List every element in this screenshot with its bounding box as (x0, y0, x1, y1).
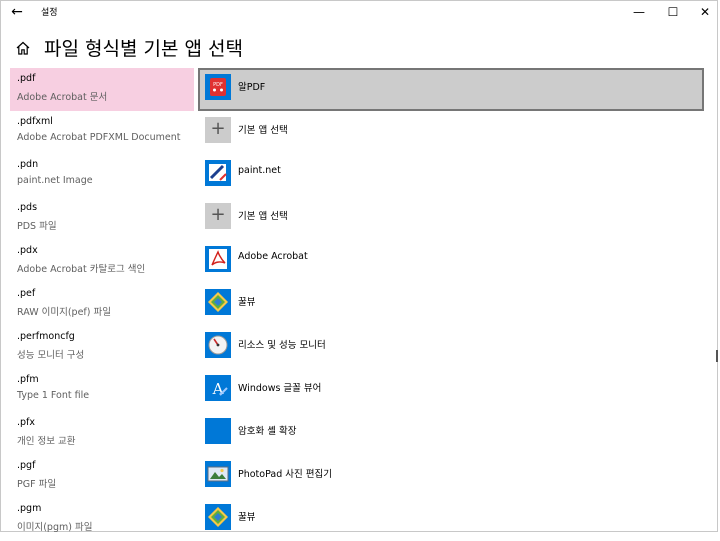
file-type-description: Adobe Acrobat 카탈로그 색인 (17, 264, 146, 275)
default-app-button[interactable]: 리소스 및 성능 모니터 (198, 326, 704, 369)
file-type-description: Type 1 Font file (17, 390, 90, 401)
default-app-button[interactable]: paint.net (198, 154, 704, 197)
file-type-row: .pgm 이미지(pgm) 파일 꿀뷰 (0, 498, 720, 541)
file-type-row: .pdx Adobe Acrobat 카탈로그 색인 Adobe Acrobat (0, 240, 720, 283)
file-type-row: .pfx 개인 정보 교환 암호화 셸 확장 (0, 412, 720, 455)
file-extension-name: .pgm (17, 503, 42, 514)
acrobat-icon (205, 246, 231, 272)
maximize-button[interactable]: ☐ (656, 0, 690, 24)
file-type-description: paint.net Image (17, 175, 93, 186)
file-extension-item: .pfm Type 1 Font file (10, 369, 194, 412)
file-extension-name: .pef (17, 288, 36, 299)
svg-text:A: A (212, 380, 224, 398)
file-extension-item: .perfmoncfg 성능 모니터 구성 (10, 326, 194, 369)
file-extension-name: .pdn (17, 159, 39, 170)
file-extension-name: .pds (17, 202, 38, 213)
app-name: 암호화 셸 확장 (238, 426, 297, 437)
file-type-row: .pds PDS 파일 + 기본 앱 선택 (0, 197, 720, 240)
file-type-row: .pgf PGF 파일 PhotoPad 사진 편집기 (0, 455, 720, 498)
file-extension-name: .pgf (17, 460, 36, 471)
photopad-icon (205, 461, 231, 487)
app-name: paint.net (238, 165, 281, 176)
default-app-button[interactable]: Adobe Acrobat (198, 240, 704, 283)
file-extension-item: .pdf Adobe Acrobat 문서 (10, 68, 194, 111)
file-type-row: .pfm Type 1 Font file A Windows 글꼴 뷰어 (0, 369, 720, 412)
file-type-row: .pdf Adobe Acrobat 문서 PDF 알PDF (0, 68, 720, 111)
app-name: 기본 앱 선택 (238, 211, 288, 222)
file-extension-item: .pgm 이미지(pgm) 파일 (10, 498, 194, 541)
file-type-description: 개인 정보 교환 (17, 436, 76, 447)
file-extension-name: .pdx (17, 245, 38, 256)
file-extension-item: .pdx Adobe Acrobat 카탈로그 색인 (10, 240, 194, 283)
default-app-button[interactable]: PDF 알PDF (198, 68, 704, 111)
file-type-description: RAW 이미지(pef) 파일 (17, 307, 111, 318)
close-button[interactable]: ✕ (688, 0, 720, 24)
default-app-button[interactable]: 암호화 셸 확장 (198, 412, 704, 455)
default-app-button[interactable]: 꿀뷰 (198, 283, 704, 326)
app-name: 알PDF (238, 82, 266, 93)
file-type-description: PDS 파일 (17, 221, 57, 232)
perfmon-icon (205, 332, 231, 358)
file-extension-item: .pdfxml Adobe Acrobat PDFXML Document (10, 111, 194, 154)
honeyview-icon (205, 289, 231, 315)
file-extension-name: .perfmoncfg (17, 331, 75, 342)
paintnet-icon (205, 160, 231, 186)
font-viewer-icon: A (205, 375, 231, 401)
file-extension-item: .pfx 개인 정보 교환 (10, 412, 194, 455)
app-name: 기본 앱 선택 (238, 125, 288, 136)
file-extension-name: .pfx (17, 417, 36, 428)
alpdf-icon: PDF (205, 74, 231, 100)
minimize-button[interactable]: — (622, 0, 656, 24)
svg-text:PDF: PDF (213, 82, 223, 88)
file-extension-name: .pdf (17, 73, 36, 84)
app-name: 리소스 및 성능 모니터 (238, 340, 326, 351)
file-type-row: .perfmoncfg 성능 모니터 구성 리소스 및 성능 모니터 (0, 326, 720, 369)
default-app-button[interactable]: A Windows 글꼴 뷰어 (198, 369, 704, 412)
file-type-description: 성능 모니터 구성 (17, 350, 85, 361)
title-bar: ← 설정 — ☐ ✕ (0, 0, 720, 24)
plus-icon: + (205, 203, 231, 229)
default-app-button[interactable]: 꿀뷰 (198, 498, 704, 541)
choose-default-app-button[interactable]: + 기본 앱 선택 (198, 197, 704, 240)
default-app-button[interactable]: PhotoPad 사진 편집기 (198, 455, 704, 498)
file-extension-item: .pdn paint.net Image (10, 154, 194, 197)
window-title: 설정 (41, 8, 58, 18)
file-extension-item: .pef RAW 이미지(pef) 파일 (10, 283, 194, 326)
honeyview-icon (205, 504, 231, 530)
file-extension-name: .pdfxml (17, 116, 53, 127)
app-name: Windows 글꼴 뷰어 (238, 383, 322, 394)
choose-default-app-button[interactable]: + 기본 앱 선택 (198, 111, 704, 154)
app-name: PhotoPad 사진 편집기 (238, 469, 332, 480)
file-type-description: 이미지(pgm) 파일 (17, 522, 93, 533)
crypto-shell-icon (205, 418, 231, 444)
file-type-description: PGF 파일 (17, 479, 57, 490)
scrollbar-thumb[interactable] (716, 350, 718, 362)
file-extension-item: .pds PDS 파일 (10, 197, 194, 240)
home-icon[interactable] (15, 40, 31, 56)
file-type-row: .pdn paint.net Image paint.net (0, 154, 720, 197)
plus-icon: + (205, 117, 231, 143)
file-type-description: Adobe Acrobat 문서 (17, 92, 108, 103)
app-name: 꿀뷰 (238, 297, 256, 308)
app-name: Adobe Acrobat (238, 251, 308, 262)
file-extension-name: .pfm (17, 374, 39, 385)
file-type-row: .pdfxml Adobe Acrobat PDFXML Document + 기본 … (0, 111, 720, 154)
page-title: 파일 형식별 기본 앱 선택 (44, 38, 243, 60)
app-name: 꿀뷰 (238, 512, 256, 523)
file-type-description: Adobe Acrobat PDFXML Document (17, 132, 181, 143)
file-extension-item: .pgf PGF 파일 (10, 455, 194, 498)
file-type-row: .pef RAW 이미지(pef) 파일 꿀뷰 (0, 283, 720, 326)
back-button[interactable]: ← (6, 2, 28, 22)
